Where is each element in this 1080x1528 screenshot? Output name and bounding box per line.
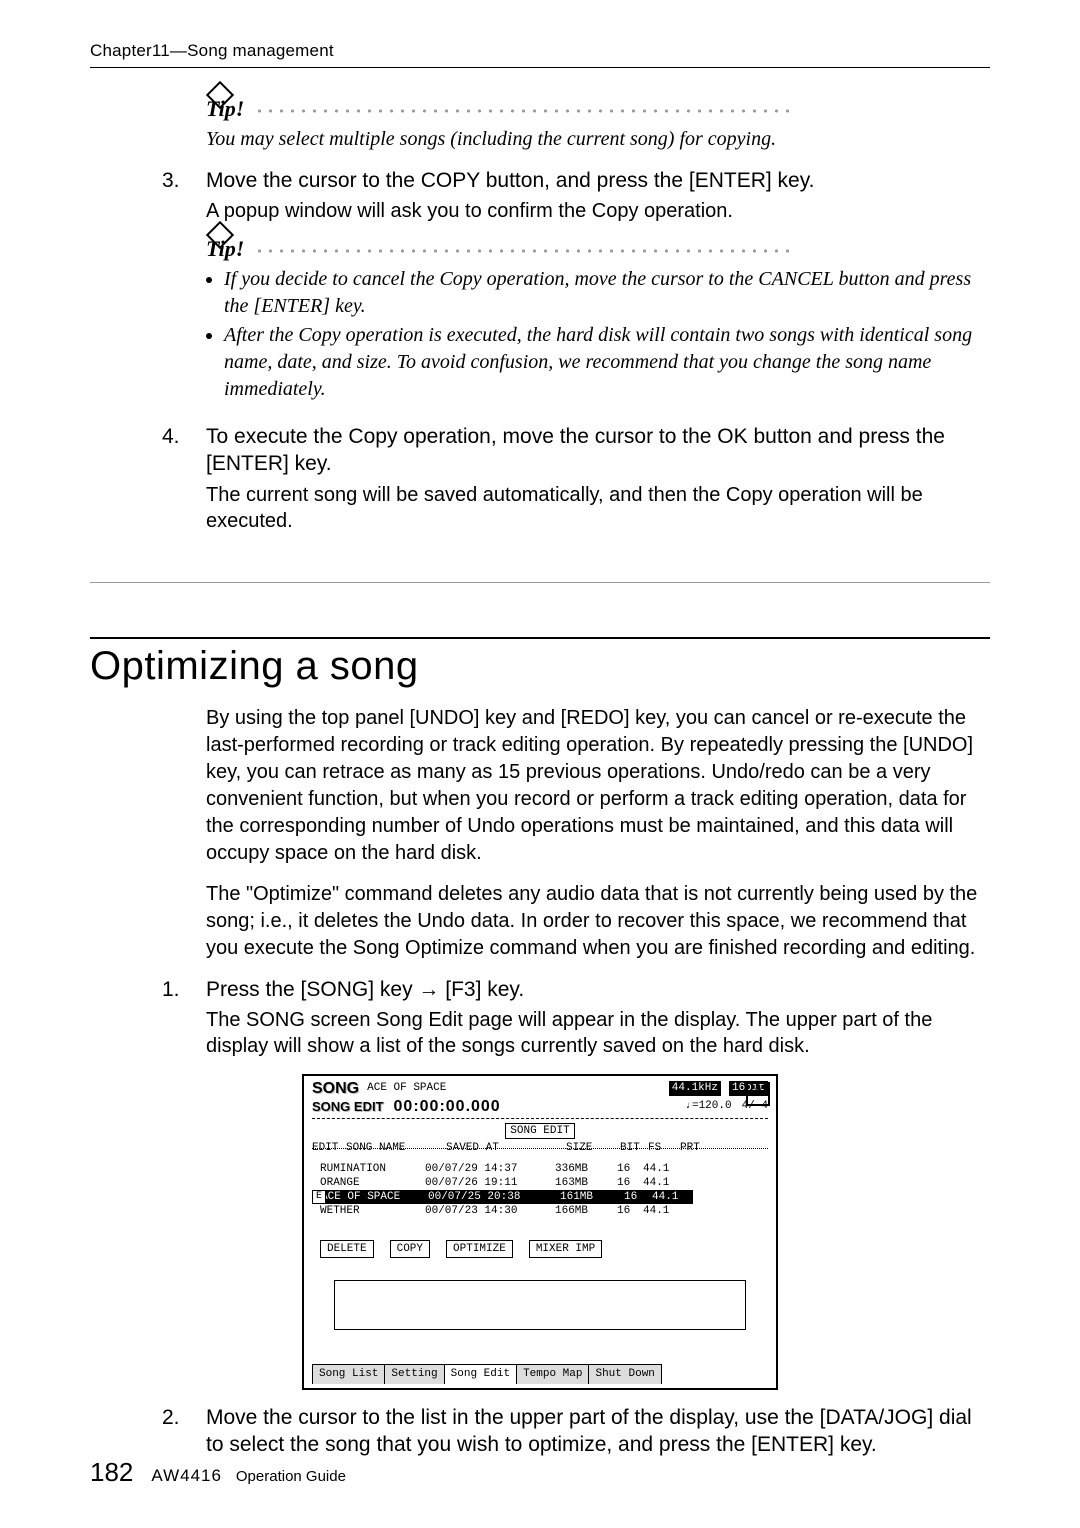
arrow-icon: → bbox=[418, 978, 439, 1001]
tip-2: Tip! bbox=[206, 234, 990, 264]
section-title: Optimizing a song bbox=[90, 637, 990, 690]
lcd-tab: Setting bbox=[384, 1364, 444, 1384]
page-footer: 182 AW4416 Operation Guide bbox=[90, 1455, 346, 1490]
step-1-para: The SONG screen Song Edit page will appe… bbox=[206, 1007, 990, 1060]
lcd-edit-flag: E bbox=[312, 1190, 326, 1204]
tip-dots bbox=[254, 109, 794, 113]
lcd-row: RUMINATION00/07/29 14:37336MB1644.1 bbox=[320, 1162, 764, 1176]
tip-1-text: You may select multiple songs (including… bbox=[206, 126, 990, 153]
lcd-rate: 44.1kHz bbox=[669, 1081, 721, 1096]
page-number: 182 bbox=[90, 1455, 133, 1490]
step-1-head: Press the [SONG] key → [F3] key. bbox=[206, 976, 990, 1003]
step-2-head: Move the cursor to the list in the upper… bbox=[206, 1404, 990, 1459]
footer-text: Operation Guide bbox=[228, 1468, 346, 1485]
step-3-number: 3. bbox=[162, 167, 188, 409]
lcd-tab: Shut Down bbox=[588, 1364, 661, 1384]
lcd-screenshot: SONG ACE OF SPACE 44.1kHz 16bit SONG EDI… bbox=[302, 1074, 778, 1390]
lcd-message-box bbox=[334, 1280, 746, 1330]
chapter-header: Chapter11—Song management bbox=[90, 40, 990, 68]
step-3-head: Move the cursor to the COPY button, and … bbox=[206, 167, 990, 194]
lcd-time: 00:00:00.000 bbox=[394, 1096, 501, 1118]
step-2-number: 2. bbox=[162, 1404, 188, 1463]
lcd-song-label: SONG bbox=[312, 1078, 359, 1100]
lcd-button: MIXER IMP bbox=[529, 1240, 602, 1259]
lcd-tab: Song Edit bbox=[444, 1364, 517, 1384]
lcd-song-edit-label: SONG EDIT bbox=[312, 1098, 384, 1116]
step-4-head: To execute the Copy operation, move the … bbox=[206, 423, 990, 478]
lcd-song-title: ACE OF SPACE bbox=[367, 1081, 446, 1096]
lcd-row: ACE OF SPACE00/07/25 20:38161MB1644.1 bbox=[320, 1190, 764, 1204]
lcd-song-list: RUMINATION00/07/29 14:37336MB1644.1ORANG… bbox=[320, 1162, 764, 1218]
lcd-corner-icon: M bbox=[746, 1082, 770, 1106]
step-4-number: 4. bbox=[162, 423, 188, 534]
lcd-button: OPTIMIZE bbox=[446, 1240, 513, 1259]
lcd-tempo: ♩=120.0 bbox=[685, 1099, 731, 1114]
tip-dots bbox=[254, 249, 794, 253]
lcd-button: DELETE bbox=[320, 1240, 374, 1259]
lcd-buttons: DELETE COPY OPTIMIZE MIXER IMP bbox=[320, 1240, 602, 1259]
tip-icon: Tip! bbox=[206, 234, 244, 264]
lcd-row: ORANGE00/07/26 19:11163MB1644.1 bbox=[320, 1176, 764, 1190]
lcd-tab: Tempo Map bbox=[516, 1364, 589, 1384]
tip-icon: Tip! bbox=[206, 94, 244, 124]
lcd-tabs: Song ListSettingSong EditTempo MapShut D… bbox=[312, 1364, 768, 1384]
step-3-para: A popup window will ask you to confirm t… bbox=[206, 198, 990, 224]
lcd-edit-tab: SONG EDIT bbox=[505, 1123, 574, 1140]
step-1-number: 1. bbox=[162, 976, 188, 1060]
paragraph-1: By using the top panel [UNDO] key and [R… bbox=[206, 705, 990, 867]
lcd-row: WETHER00/07/23 14:30166MB1644.1 bbox=[320, 1204, 764, 1218]
paragraph-2: The "Optimize" command deletes any audio… bbox=[206, 881, 990, 962]
lcd-column-headers: EDIT SONG NAME SAVED AT SIZE BIT FS PRT bbox=[312, 1141, 768, 1156]
lcd-button: COPY bbox=[390, 1240, 430, 1259]
tip-2-body: If you decide to cancel the Copy operati… bbox=[206, 266, 990, 403]
lcd-tab: Song List bbox=[312, 1364, 385, 1384]
step-4-para: The current song will be saved automatic… bbox=[206, 482, 990, 535]
product-logo: AW4416 bbox=[151, 1466, 222, 1485]
tip-1: Tip! bbox=[206, 94, 990, 124]
